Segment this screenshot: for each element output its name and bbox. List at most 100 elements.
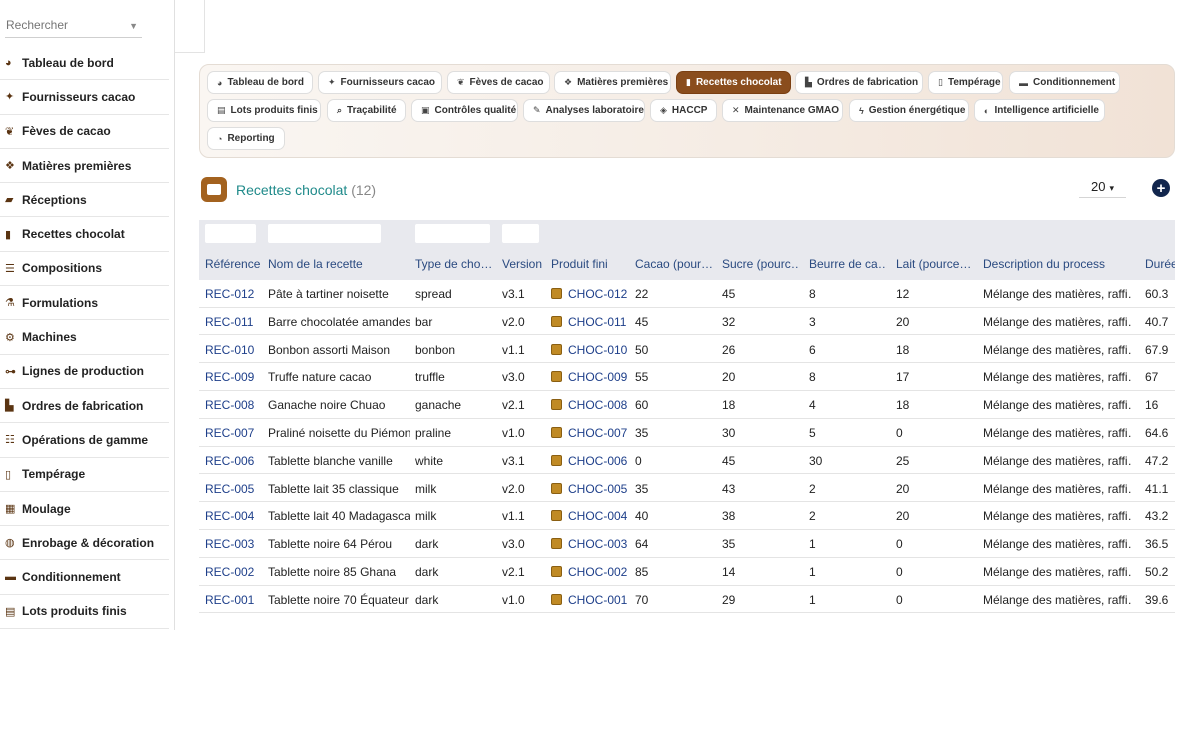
sidebar-item-tableau-de-bord[interactable]: ◕ Tableau de bord <box>0 46 169 81</box>
tab-label: Traçabilité <box>347 105 397 116</box>
column-header[interactable]: Durée <box>1145 257 1175 271</box>
sidebar-item-r-ceptions[interactable]: ▰ Réceptions <box>0 183 169 218</box>
reference-link[interactable]: REC-010 <box>205 343 265 357</box>
sidebar-item-mati-res-premi-res[interactable]: ❖ Matières premières <box>0 149 169 184</box>
product-link[interactable]: CHOC-010 <box>551 343 631 357</box>
column-header[interactable]: Version <box>502 257 547 271</box>
table-row[interactable]: REC-012 Pâte à tartiner noisette spread v3.… <box>199 280 1175 308</box>
table-row[interactable]: REC-009 Truffe nature cacao truffle v3.0 CHO… <box>199 363 1175 392</box>
product-link[interactable]: CHOC-011 <box>551 315 631 329</box>
sidebar-item-recettes-chocolat[interactable]: ▮ Recettes chocolat <box>0 217 169 252</box>
table-cell: 2 <box>809 509 816 524</box>
column-header[interactable]: Nom de la recette <box>268 257 410 271</box>
reference-link[interactable]: REC-002 <box>205 565 265 579</box>
table-row[interactable]: REC-010 Bonbon assorti Maison bonbon v1.1 CH… <box>199 336 1175 364</box>
filter-input-name[interactable] <box>268 224 381 243</box>
sidebar-item-conditionnement[interactable]: ▬ Conditionnement <box>0 560 169 595</box>
table-cell: Mélange des matières, raffi… <box>983 537 1131 552</box>
reference-link[interactable]: REC-003 <box>205 537 265 551</box>
sidebar-item-lots-produits-finis[interactable]: ▤ Lots produits finis <box>0 595 169 630</box>
filter-input-version[interactable] <box>502 224 539 243</box>
product-link[interactable]: CHOC-001 <box>551 593 631 607</box>
tab-maintenance-gmao[interactable]: ✕ Maintenance GMAO <box>722 99 843 122</box>
table-row[interactable]: REC-011 Barre chocolatée amandes bar v2.0 CH… <box>199 308 1175 336</box>
sidebar-item-label: Opérations de gamme <box>22 432 149 447</box>
reference-link[interactable]: REC-012 <box>205 287 265 301</box>
product-link[interactable]: CHOC-006 <box>551 454 631 468</box>
sidebar-item-label: Compositions <box>22 261 102 276</box>
caret-down-icon[interactable]: ▼ <box>129 21 138 31</box>
tab-ordres-de-fabrication[interactable]: ▙ Ordres de fabrication <box>795 71 923 94</box>
table-row[interactable]: REC-004 Tablette lait 40 Madagascar milk v1… <box>199 502 1175 531</box>
product-link[interactable]: CHOC-002 <box>551 565 631 579</box>
column-header[interactable]: Cacao (pour… <box>635 257 713 271</box>
table-row[interactable]: REC-008 Ganache noire Chuao ganache v2.1 CHO… <box>199 391 1175 419</box>
tab-fournisseurs-cacao[interactable]: ✦ Fournisseurs cacao <box>318 71 442 94</box>
search-select[interactable]: ▼ <box>5 14 142 38</box>
sidebar-item-machines[interactable]: ⚙ Machines <box>0 320 169 355</box>
table-row[interactable]: REC-007 Praliné noisette du Piémont pralin… <box>199 419 1175 447</box>
sidebar-item-moulage[interactable]: ▦ Moulage <box>0 492 169 527</box>
sidebar-item-temp-rage[interactable]: ▯ Tempérage <box>0 458 169 492</box>
table-cell: Mélange des matières, raffi… <box>983 481 1131 496</box>
sidebar-item-formulations[interactable]: ⚗ Formulations <box>0 286 169 321</box>
data-table: Référence Nom de la recette Type de cho… Ve… <box>199 220 1175 614</box>
sidebar-item-enrobage-d-coration[interactable]: ◍ Enrobage & décoration <box>0 526 169 561</box>
reference-link[interactable]: REC-004 <box>205 509 265 523</box>
sidebar-item-op-rations-de-gamme[interactable]: ☷ Opérations de gamme <box>0 423 169 458</box>
product-link[interactable]: CHOC-004 <box>551 509 631 523</box>
sidebar-item-f-ves-de-cacao[interactable]: ❦ Fèves de cacao <box>0 115 169 149</box>
tab-contr-les-qualit-[interactable]: ▣ Contrôles qualité <box>411 99 518 122</box>
table-row[interactable]: REC-001 Tablette noire 70 Équateur dark v1.… <box>199 586 1175 614</box>
reference-link[interactable]: REC-001 <box>205 593 265 607</box>
tab-analyses-laboratoire[interactable]: ✎ Analyses laboratoire <box>523 99 645 122</box>
column-header[interactable]: Référence <box>205 257 265 271</box>
table-row[interactable]: REC-002 Tablette noire 85 Ghana dark v2.1 CH… <box>199 558 1175 586</box>
sidebar-item-compositions[interactable]: ☰ Compositions <box>0 252 169 287</box>
filter-input-type[interactable] <box>415 224 490 243</box>
add-record-button[interactable]: + <box>1152 179 1170 197</box>
tab-gestion-nerg-tique[interactable]: ϟ Gestion énergétique <box>849 99 969 122</box>
column-header[interactable]: Sucre (pourc… <box>722 257 800 271</box>
tab-lots-produits-finis[interactable]: ▤ Lots produits finis <box>207 99 321 122</box>
column-header[interactable]: Type de cho… <box>415 257 493 271</box>
product-link[interactable]: CHOC-005 <box>551 482 631 496</box>
tab-mati-res-premi-res[interactable]: ❖ Matières premières <box>554 71 671 94</box>
reference-link[interactable]: REC-011 <box>205 315 265 329</box>
column-header[interactable]: Lait (pource… <box>896 257 974 271</box>
tab-conditionnement[interactable]: ▬ Conditionnement <box>1009 71 1120 94</box>
reference-link[interactable]: REC-008 <box>205 398 265 412</box>
sidebar-item-fournisseurs-cacao[interactable]: ✦ Fournisseurs cacao <box>0 80 169 115</box>
product-link[interactable]: CHOC-003 <box>551 537 631 551</box>
sidebar-item-lignes-de-production[interactable]: ⊶ Lignes de production <box>0 355 169 389</box>
tab-recettes-chocolat[interactable]: ▮ Recettes chocolat <box>676 71 791 94</box>
table-row[interactable]: REC-005 Tablette lait 35 classique milk v2.… <box>199 475 1175 503</box>
product-link[interactable]: CHOC-009 <box>551 370 631 384</box>
per-page-select[interactable]: 20 ▾ <box>1079 178 1126 198</box>
filter-input-reference[interactable] <box>205 224 256 243</box>
product-link[interactable]: CHOC-012 <box>551 287 631 301</box>
table-row[interactable]: REC-006 Tablette blanche vanille white v3.1… <box>199 447 1175 475</box>
tab-f-ves-de-cacao[interactable]: ❦ Fèves de cacao <box>447 71 550 94</box>
column-header[interactable]: Beurre de ca… <box>809 257 887 271</box>
tab-tra-abilit-[interactable]: ⌕ Traçabilité <box>327 99 406 122</box>
tab-temp-rage[interactable]: ▯ Tempérage <box>928 71 1003 94</box>
table-cell: spread <box>415 287 452 301</box>
search-input[interactable] <box>5 14 125 32</box>
reference-link[interactable]: REC-005 <box>205 482 265 496</box>
reference-link[interactable]: REC-009 <box>205 370 265 384</box>
tab-reporting[interactable]: ◔ Reporting <box>207 127 285 150</box>
column-header[interactable]: Description du process <box>983 257 1131 271</box>
product-link[interactable]: CHOC-007 <box>551 426 631 440</box>
table-cell: 41.1 <box>1145 481 1169 496</box>
reference-link[interactable]: REC-007 <box>205 426 265 440</box>
table-row[interactable]: REC-003 Tablette noire 64 Pérou dark v3.0 CH… <box>199 530 1175 558</box>
column-header[interactable]: Produit fini <box>551 257 631 271</box>
sidebar-item-ordres-de-fabrication[interactable]: ▙ Ordres de fabrication <box>0 389 169 424</box>
tab-haccp[interactable]: ◈ HACCP <box>650 99 717 122</box>
table-cell: v3.1 <box>502 453 525 468</box>
tab-tableau-de-bord[interactable]: ◕ Tableau de bord <box>207 71 313 94</box>
product-link[interactable]: CHOC-008 <box>551 398 631 412</box>
reference-link[interactable]: REC-006 <box>205 454 265 468</box>
tab-intelligence-artificielle[interactable]: ◐ Intelligence artificielle <box>974 99 1105 122</box>
